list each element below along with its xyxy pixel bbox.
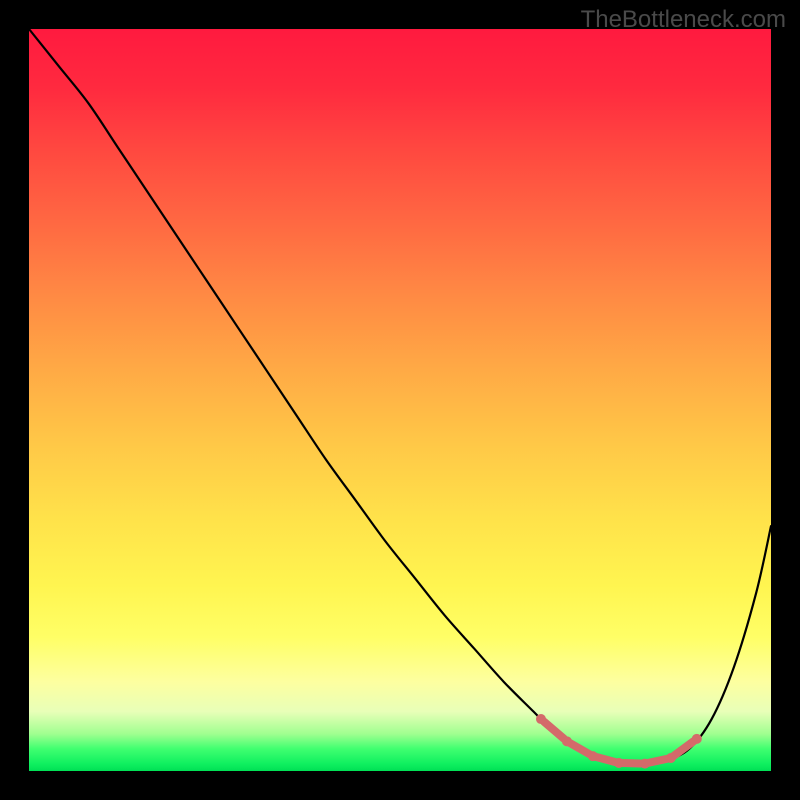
watermark-text: TheBottleneck.com: [581, 6, 786, 34]
highlight-segment: [597, 757, 615, 762]
chart-plot-area: [29, 29, 771, 771]
highlight-segment: [649, 759, 667, 763]
highlight-dot: [640, 759, 649, 768]
highlight-dot: [692, 734, 701, 743]
highlight-dot: [666, 754, 675, 763]
chart-highlight-region: [536, 715, 701, 769]
highlight-dot: [562, 737, 571, 746]
chart-svg: [29, 29, 771, 771]
highlight-dot: [614, 758, 623, 767]
highlight-dot: [588, 752, 597, 761]
highlight-segment: [544, 722, 564, 739]
chart-curve-line: [29, 29, 771, 764]
highlight-dot: [536, 715, 545, 724]
highlight-segment: [570, 743, 589, 754]
